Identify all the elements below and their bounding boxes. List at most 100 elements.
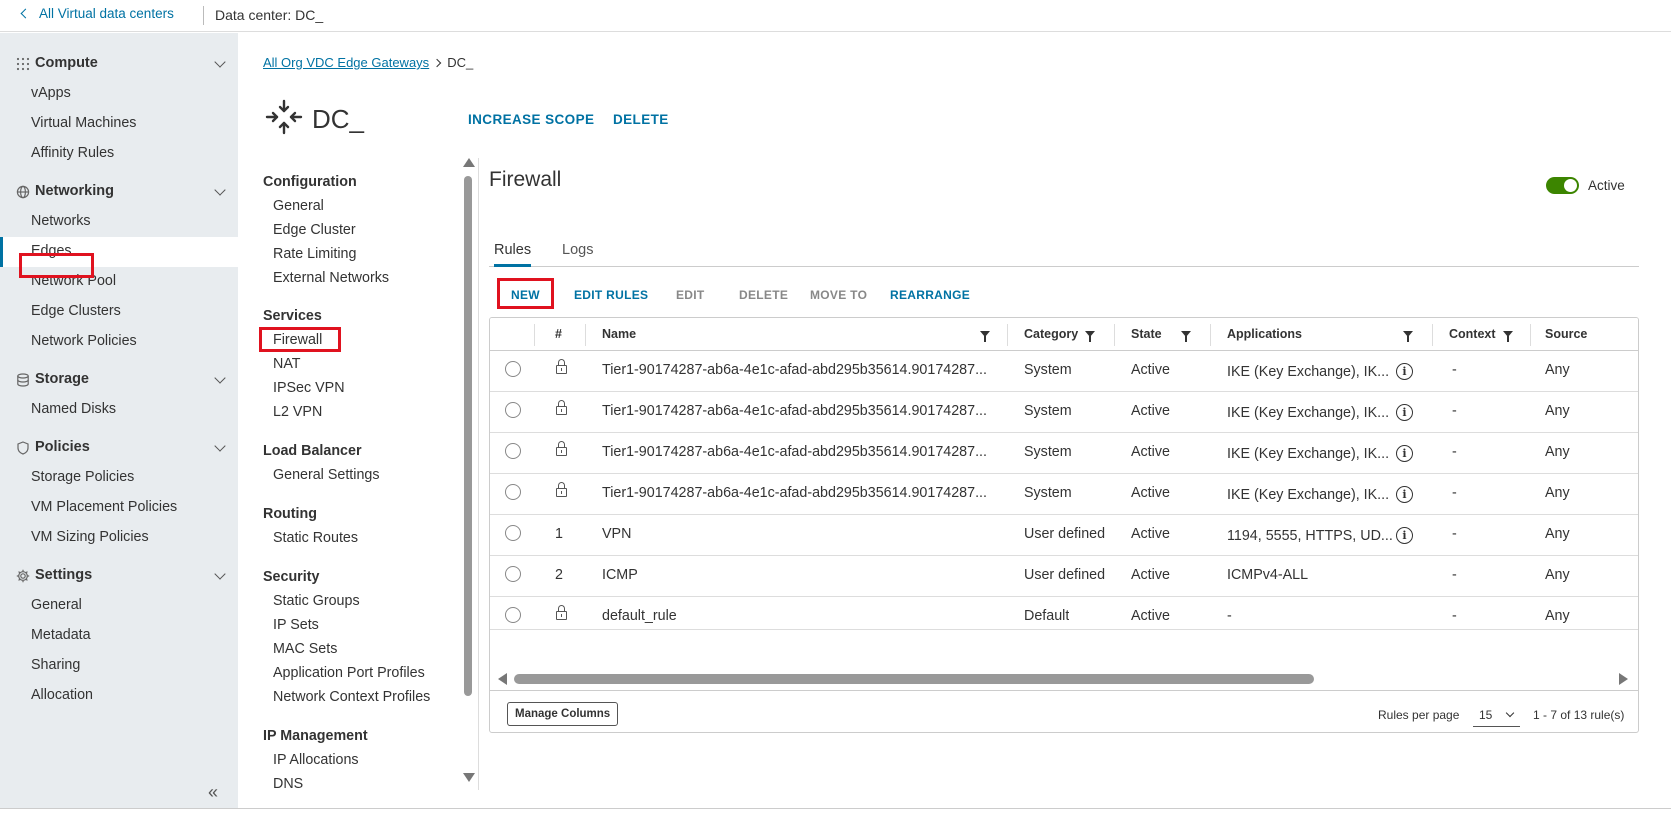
table-row[interactable]: Tier1-90174287-ab6a-4e1c-afad-abd295b356… [490,392,1638,433]
edit-button[interactable]: EDIT [676,288,705,302]
row-select-radio[interactable] [505,361,521,377]
rule-source: Any [1545,485,1570,501]
column-header-context[interactable]: Context [1449,327,1496,341]
sidebar-item-network-policies[interactable]: Network Policies [0,327,238,357]
nav-item-ip-allocations[interactable]: IP Allocations [273,752,359,768]
scroll-down-arrow-icon[interactable] [463,773,475,782]
sidebar-group-networking[interactable]: Networking [0,177,238,207]
filter-icon[interactable] [1181,331,1191,342]
table-row[interactable]: 2 ICMP User defined Active ICMPv4-ALL - … [490,556,1638,597]
sidebar-item-vm-sizing-policies[interactable]: VM Sizing Policies [0,523,238,553]
row-select-radio[interactable] [505,402,521,418]
nav-item-nat[interactable]: NAT [273,356,301,372]
nav-item-ipsec-vpn[interactable]: IPSec VPN [273,380,345,396]
nav-item-application-port-profiles[interactable]: Application Port Profiles [273,665,425,681]
table-row[interactable]: 1 VPN User defined Active 1194, 5555, HT… [490,515,1638,556]
nav-item-general-settings[interactable]: General Settings [273,467,380,483]
sidebar-item-network-pool[interactable]: Network Pool [0,267,238,297]
scroll-left-arrow-icon[interactable] [498,673,507,685]
sidebar-group-settings[interactable]: Settings [0,561,238,591]
info-icon[interactable]: i [1396,363,1413,380]
rows-per-page-value: 15 [1479,708,1493,722]
column-header-number[interactable]: # [555,327,562,341]
column-header-category[interactable]: Category [1024,327,1078,341]
row-select-radio[interactable] [505,566,521,582]
sidebar-item-edge-clusters[interactable]: Edge Clusters [0,297,238,327]
row-select-radio[interactable] [505,443,521,459]
sidebar-item-edges[interactable]: Edges [0,237,238,267]
sidebar-group-policies[interactable]: Policies [0,433,238,463]
info-icon[interactable]: i [1396,527,1413,544]
rows-per-page-select[interactable]: 15 [1473,703,1520,727]
manage-columns-button[interactable]: Manage Columns [507,702,619,726]
rearrange-button[interactable]: REARRANGE [890,288,970,302]
filter-icon[interactable] [1085,331,1095,342]
scroll-up-arrow-icon[interactable] [463,158,475,167]
info-icon[interactable]: i [1396,486,1413,503]
nav-item-network-context-profiles[interactable]: Network Context Profiles [273,689,430,705]
rule-source: Any [1545,444,1570,460]
nav-item-dns[interactable]: DNS [273,776,303,790]
sidebar-item-affinity-rules[interactable]: Affinity Rules [0,139,238,169]
sidebar-item-allocation[interactable]: Allocation [0,681,238,711]
delete-rule-button[interactable]: DELETE [739,288,788,302]
firewall-active-toggle[interactable] [1546,177,1579,194]
nav-item-firewall[interactable]: Firewall [273,332,323,348]
nav-item-general[interactable]: General [273,198,324,214]
table-row[interactable]: default_rule Default Active - - Any [490,597,1638,630]
grid-horizontal-scrollbar[interactable] [498,672,1628,686]
sidebar-item-vm-placement-policies[interactable]: VM Placement Policies [0,493,238,523]
new-rule-button[interactable]: NEW [511,288,540,302]
rule-context: - [1452,608,1457,624]
nav-item-static-routes[interactable]: Static Routes [273,530,358,546]
scroll-thumb[interactable] [464,176,472,696]
sidebar-item-storage-policies[interactable]: Storage Policies [0,463,238,493]
column-header-applications[interactable]: Applications [1227,327,1302,341]
tab-logs[interactable]: Logs [562,242,593,267]
sidebar-item-virtual-machines[interactable]: Virtual Machines [0,109,238,139]
sidebar-item-vapps[interactable]: vApps [0,79,238,109]
filter-icon[interactable] [1403,331,1413,342]
back-link[interactable]: All Virtual data centers [20,6,174,21]
tab-rules[interactable]: Rules [494,242,532,267]
nav-scrollbar[interactable] [462,158,475,786]
breadcrumb-parent-link[interactable]: All Org VDC Edge Gateways [263,55,429,70]
table-row[interactable]: Tier1-90174287-ab6a-4e1c-afad-abd295b356… [490,351,1638,392]
collapse-sidebar-icon[interactable]: « [208,782,218,803]
info-icon[interactable]: i [1396,445,1413,462]
column-header-name[interactable]: Name [602,327,636,341]
nav-item-rate-limiting[interactable]: Rate Limiting [273,246,356,262]
lock-icon [556,359,567,374]
increase-scope-button[interactable]: INCREASE SCOPE [468,112,594,127]
sidebar-item-networks[interactable]: Networks [0,207,238,237]
sidebar-group-storage[interactable]: Storage [0,365,238,395]
sidebar-item-general[interactable]: General [0,591,238,621]
nav-item-static-groups[interactable]: Static Groups [273,593,360,609]
table-row[interactable]: Tier1-90174287-ab6a-4e1c-afad-abd295b356… [490,433,1638,474]
filter-icon[interactable] [980,331,990,342]
nav-item-mac-sets[interactable]: MAC Sets [273,641,337,657]
column-header-state[interactable]: State [1131,327,1162,341]
sidebar-item-metadata[interactable]: Metadata [0,621,238,651]
nav-item-ip-sets[interactable]: IP Sets [273,617,319,633]
scroll-thumb[interactable] [514,674,1314,684]
column-header-source[interactable]: Source [1545,327,1587,341]
sidebar-group-compute[interactable]: Compute [0,49,238,79]
lock-icon [556,400,567,415]
move-to-button[interactable]: MOVE TO [810,288,867,302]
table-row[interactable]: Tier1-90174287-ab6a-4e1c-afad-abd295b356… [490,474,1638,515]
nav-item-external-networks[interactable]: External Networks [273,270,389,286]
scroll-right-arrow-icon[interactable] [1619,673,1628,685]
nav-section-ip-management: IP Management [263,728,368,744]
nav-item-edge-cluster[interactable]: Edge Cluster [273,222,356,238]
edit-rules-button[interactable]: EDIT RULES [574,288,648,302]
nav-item-l2-vpn[interactable]: L2 VPN [273,404,322,420]
row-select-radio[interactable] [505,607,521,623]
row-select-radio[interactable] [505,525,521,541]
info-icon[interactable]: i [1396,404,1413,421]
row-select-radio[interactable] [505,484,521,500]
filter-icon[interactable] [1503,331,1513,342]
delete-gateway-button[interactable]: DELETE [613,112,669,127]
sidebar-item-named-disks[interactable]: Named Disks [0,395,238,425]
sidebar-item-sharing[interactable]: Sharing [0,651,238,681]
